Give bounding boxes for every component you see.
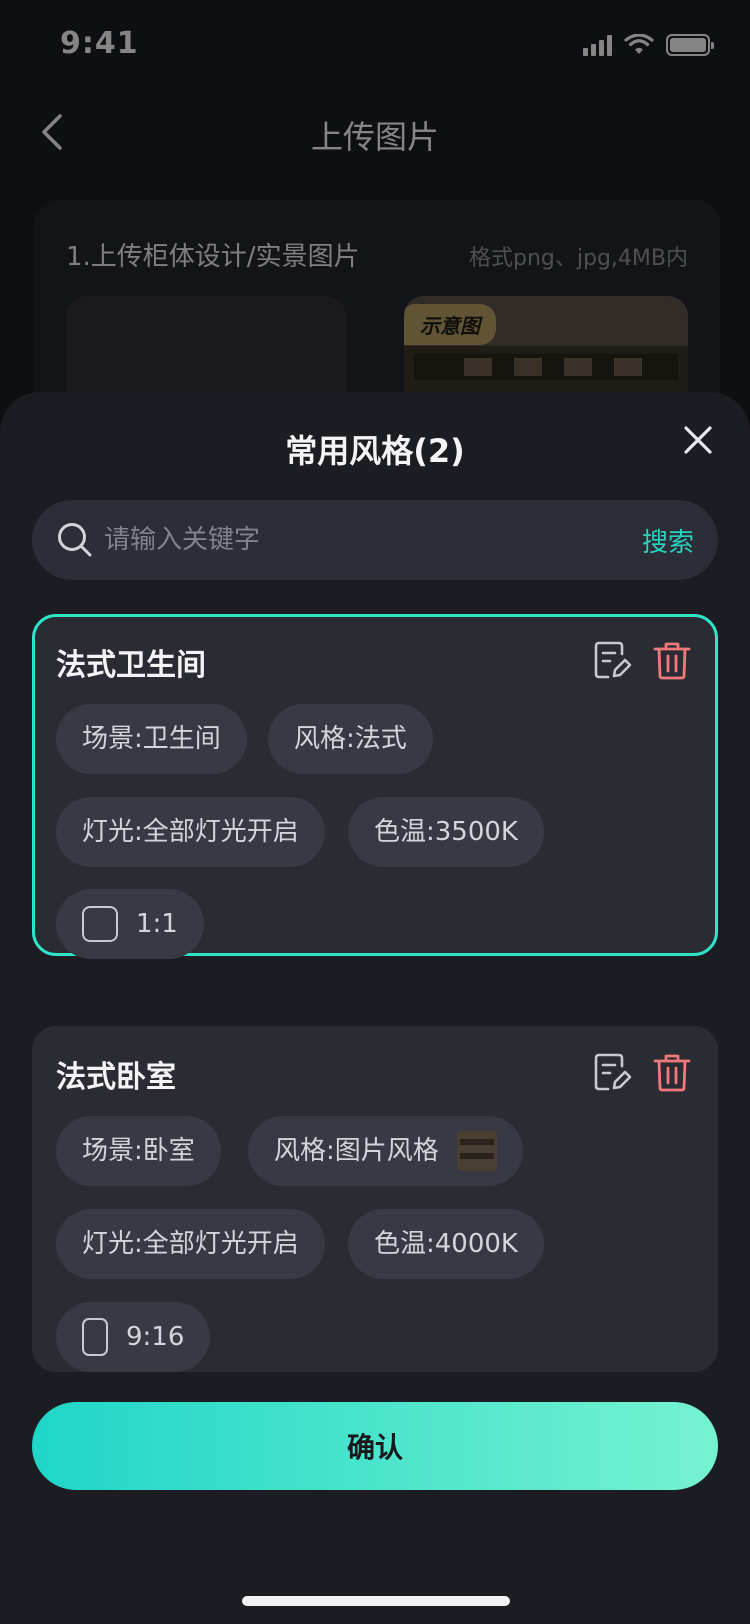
ratio-square-icon [82,906,118,942]
style-card-title: 法式卧室 [56,1060,176,1095]
screen: 9:41 上传图片 1.上传柜体设计/实景图片 格式png、jpg,4MB内 示… [0,0,750,1624]
style-card[interactable]: 法式卫生间 场景:卫生间 风格:法式 灯光:全部灯光开启 色温:3500K 1:… [32,614,718,959]
delete-icon[interactable] [652,1052,692,1092]
search-bar: 搜索 [32,500,718,580]
style-tag: 风格:图片风格 [248,1116,523,1186]
style-tag: 风格:法式 [268,704,433,774]
edit-icon[interactable] [592,640,632,680]
aspect-ratio-tag: 1:1 [56,889,204,959]
search-icon [58,523,92,557]
search-button[interactable]: 搜索 [642,522,694,559]
color-temp-tag: 色温:3500K [348,797,544,867]
style-picker-sheet: 常用风格(2) 搜索 法式卫生间 [0,392,750,1624]
color-temp-tag: 色温:4000K [348,1209,544,1279]
aspect-ratio-label: 1:1 [136,909,178,939]
scene-tag: 场景:卧室 [56,1116,221,1186]
style-tag-label: 风格:图片风格 [274,1136,439,1166]
scene-tag: 场景:卫生间 [56,704,247,774]
home-indicator [242,1596,510,1606]
ratio-portrait-icon [82,1318,108,1356]
confirm-button[interactable]: 确认 [32,1402,718,1490]
delete-icon[interactable] [652,640,692,680]
style-card-title: 法式卫生间 [56,648,206,683]
sheet-title: 常用风格(2) [285,432,465,470]
edit-icon[interactable] [592,1052,632,1092]
style-card[interactable]: 法式卧室 场景:卧室 风格:图片风格 灯光:全部灯光开启 色温:4000K 9:… [32,1026,718,1372]
close-icon[interactable] [678,420,718,460]
lighting-tag: 灯光:全部灯光开启 [56,797,325,867]
style-thumbnail-image [456,1131,497,1171]
aspect-ratio-label: 9:16 [126,1322,185,1352]
lighting-tag: 灯光:全部灯光开启 [56,1209,325,1279]
aspect-ratio-tag: 9:16 [56,1302,211,1372]
search-input[interactable] [104,500,584,580]
